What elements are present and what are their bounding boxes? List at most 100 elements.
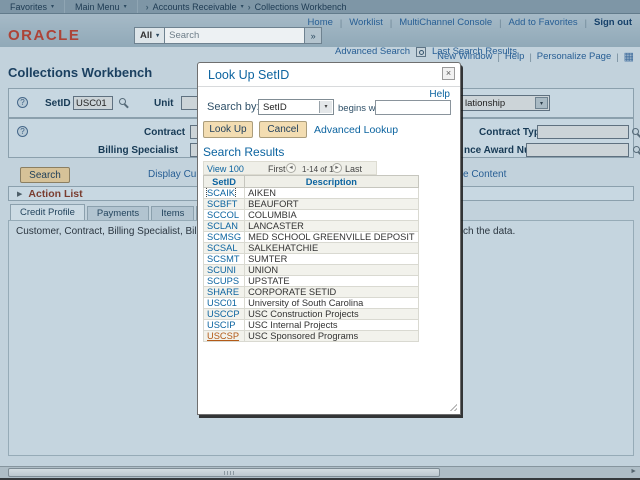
- search-go-button[interactable]: »: [305, 27, 322, 44]
- modal-divider: [198, 86, 460, 87]
- table-row: SCBFTBEAUFORT: [204, 199, 419, 210]
- contract-type-lookup-icon[interactable]: [632, 128, 639, 135]
- add-to-favorites-link[interactable]: Add to Favorites: [508, 17, 577, 28]
- search-scope-label: All: [140, 30, 152, 41]
- description-cell: AIKEN: [245, 188, 419, 199]
- table-header-row: SetID Description: [204, 176, 419, 188]
- description-column-header: Description: [245, 176, 419, 188]
- first-link[interactable]: First: [268, 164, 286, 174]
- horizontal-scrollbar[interactable]: ►: [0, 466, 640, 478]
- setid-link[interactable]: SCMSG: [207, 232, 241, 242]
- setid-lookup-icon[interactable]: [119, 98, 126, 105]
- expand-arrow-icon: ▶: [17, 190, 22, 198]
- search-by-value: SetID: [263, 102, 287, 113]
- tab-items[interactable]: Items: [151, 206, 194, 221]
- tab-payments[interactable]: Payments: [87, 206, 149, 221]
- advanced-search-link[interactable]: Advanced Search: [335, 46, 410, 57]
- page-utility-links: New Window | Help | Personalize Page | ▦: [437, 51, 634, 62]
- new-window-link[interactable]: New Window: [437, 51, 492, 62]
- setid-cell: SCSAL: [204, 243, 245, 254]
- setid-cell: SHARE: [204, 287, 245, 298]
- chevron-down-icon: ▾: [156, 32, 159, 39]
- separator: |: [499, 18, 501, 28]
- setid-link[interactable]: SCCOL: [207, 210, 239, 220]
- help-icon[interactable]: ?: [17, 126, 28, 137]
- relationship-value: lationship: [465, 98, 505, 109]
- help-link[interactable]: Help: [505, 51, 525, 62]
- instruction-text-right: ch the data.: [463, 226, 515, 237]
- scroll-right-icon[interactable]: ►: [630, 468, 637, 475]
- cancel-button[interactable]: Cancel: [259, 121, 307, 138]
- contract-type-input[interactable]: [537, 125, 629, 139]
- main-menu-label: Main Menu: [75, 2, 120, 12]
- setid-link[interactable]: USC01: [207, 298, 237, 308]
- setid-link[interactable]: SCSMT: [207, 254, 240, 264]
- search-scope-dropdown[interactable]: All ▾: [134, 27, 165, 44]
- description-cell: UNION: [245, 265, 419, 276]
- lookup-setid-modal: Look Up SetID × Help Search by: SetID ▾ …: [197, 62, 461, 415]
- setid-cell: USCSP: [204, 331, 245, 342]
- results-paging-bar: View 100 First ◄ 1-14 of 14 ► Last: [203, 161, 377, 175]
- previous-page-icon[interactable]: ◄: [286, 163, 296, 173]
- table-row: USCCPUSC Construction Projects: [204, 309, 419, 320]
- setid-link[interactable]: USCSP: [207, 331, 239, 341]
- contract-type-label: Contract Type: [479, 127, 546, 138]
- search-by-select[interactable]: SetID ▾: [258, 99, 334, 115]
- main-menu[interactable]: Main Menu ▾: [65, 0, 138, 13]
- award-number-lookup-icon[interactable]: [633, 146, 640, 153]
- global-search-input[interactable]: [165, 27, 305, 44]
- search-by-label: Search by:: [207, 101, 260, 113]
- multichannel-console-link[interactable]: MultiChannel Console: [399, 17, 492, 28]
- worklist-link[interactable]: Worklist: [349, 17, 383, 28]
- sign-out-link[interactable]: Sign out: [594, 17, 632, 28]
- breadcrumb-item-accounts-receivable[interactable]: Accounts Receivable: [153, 2, 237, 12]
- separator: |: [585, 18, 587, 28]
- setid-link[interactable]: SHARE: [207, 287, 239, 297]
- setid-link[interactable]: USCCP: [207, 309, 240, 319]
- description-cell: COLUMBIA: [245, 210, 419, 221]
- breadcrumb-chevron-icon: ›: [248, 2, 251, 12]
- description-cell: CORPORATE SETID: [245, 287, 419, 298]
- grid-icon[interactable]: ▦: [624, 52, 634, 62]
- award-number-input[interactable]: [526, 143, 629, 157]
- setid-cell: SCUNI: [204, 265, 245, 276]
- advanced-lookup-link[interactable]: Advanced Lookup: [314, 124, 398, 136]
- setid-link[interactable]: SCLAN: [207, 221, 238, 231]
- setid-link[interactable]: SCSAL: [207, 243, 238, 253]
- personalize-page-link[interactable]: Personalize Page: [537, 51, 611, 62]
- favorites-menu[interactable]: Favorites ▾: [0, 0, 65, 13]
- search-button[interactable]: Search: [20, 167, 70, 183]
- setid-input[interactable]: [73, 96, 113, 110]
- last-link[interactable]: Last: [345, 164, 362, 174]
- contract-label: Contract: [144, 127, 185, 138]
- chevron-down-icon: ▾: [241, 3, 244, 10]
- unit-label: Unit: [154, 98, 173, 109]
- view-100-link[interactable]: View 100: [207, 164, 244, 174]
- tab-credit-profile[interactable]: Credit Profile: [10, 204, 85, 221]
- next-page-icon[interactable]: ►: [332, 163, 342, 173]
- help-icon[interactable]: ?: [17, 97, 28, 108]
- table-row: SHARE CORPORATE SETID: [204, 287, 419, 298]
- description-cell: University of South Carolina: [245, 298, 419, 309]
- setid-link[interactable]: SCAIK: [207, 188, 235, 198]
- setid-column-header: SetID: [204, 176, 245, 188]
- separator: |: [616, 52, 618, 62]
- chevron-down-icon: ▾: [124, 3, 127, 10]
- setid-cell: SCSMT: [204, 254, 245, 265]
- setid-link[interactable]: SCUNI: [207, 265, 236, 275]
- scrollbar-thumb[interactable]: [8, 468, 440, 477]
- close-icon[interactable]: ×: [442, 67, 455, 80]
- resize-grip-icon[interactable]: [447, 401, 457, 411]
- setid-link[interactable]: SCUPS: [207, 276, 239, 286]
- setid-link[interactable]: SCBFT: [207, 199, 237, 209]
- setid-link[interactable]: USCIP: [207, 320, 235, 330]
- begins-with-input[interactable]: [375, 100, 451, 115]
- setid-table-body: SCAIK AIKENSCBFTBEAUFORTSCCOL COLUMBIA SCLA…: [204, 188, 419, 342]
- setid-cell: SCAIK: [204, 188, 245, 199]
- description-cell: SUMTER: [245, 254, 419, 265]
- modal-help-link[interactable]: Help: [429, 89, 450, 100]
- personalize-content-link[interactable]: e Content: [463, 169, 506, 180]
- page-title: Collections Workbench: [8, 65, 152, 80]
- lookup-button[interactable]: Look Up: [203, 121, 253, 138]
- breadcrumb-item-collections-workbench[interactable]: Collections Workbench: [255, 2, 347, 12]
